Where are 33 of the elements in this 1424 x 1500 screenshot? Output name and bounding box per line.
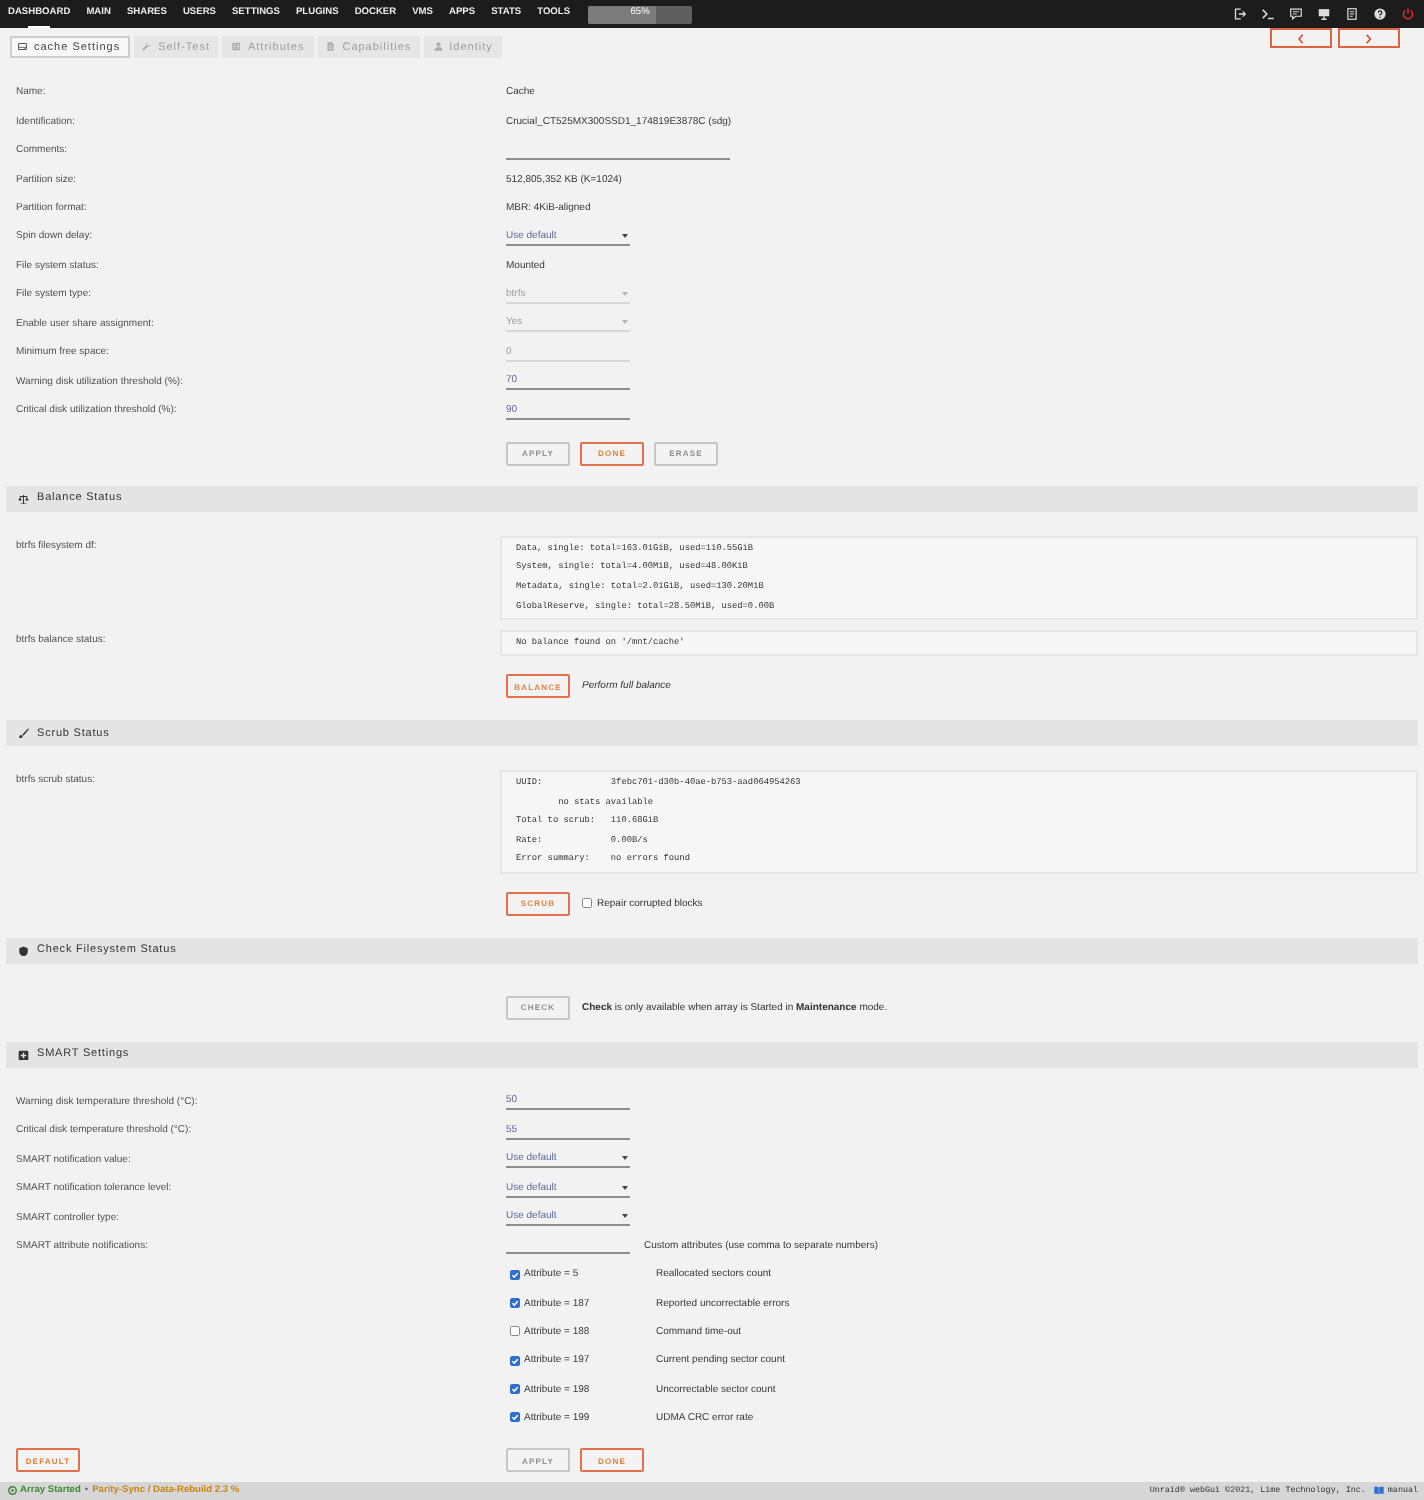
- shield-icon: [18, 945, 29, 956]
- checkbox[interactable]: [510, 1412, 520, 1423]
- brush-icon: [18, 727, 29, 739]
- caret-icon: [621, 1156, 627, 1161]
- monitor-icon[interactable]: [1318, 8, 1330, 20]
- drive-icon: [18, 42, 27, 52]
- help-icon[interactable]: [1374, 8, 1386, 20]
- checkbox[interactable]: [510, 1269, 520, 1280]
- caret-icon: [621, 291, 627, 296]
- plus-square-icon: [18, 1049, 29, 1060]
- terminal-icon[interactable]: [1262, 8, 1274, 20]
- chat-icon[interactable]: [1290, 8, 1302, 20]
- checkbox[interactable]: [510, 1384, 520, 1394]
- caret-icon: [621, 1185, 627, 1190]
- document-icon: [326, 42, 336, 52]
- scale-icon: [18, 493, 29, 505]
- checkbox[interactable]: [510, 1326, 520, 1337]
- checkbox[interactable]: [582, 898, 592, 909]
- chevron-left-icon: [1298, 33, 1304, 43]
- table-icon: [231, 42, 241, 52]
- checkbox[interactable]: [510, 1355, 520, 1366]
- book-icon: [1373, 1486, 1384, 1496]
- power-icon[interactable]: [1402, 8, 1414, 20]
- logout-icon[interactable]: [1234, 8, 1246, 20]
- caret-icon: [621, 320, 627, 325]
- wrench-icon: [142, 42, 152, 52]
- caret-icon: [621, 233, 627, 238]
- circle-icon: [8, 1486, 17, 1496]
- caret-icon: [621, 1214, 627, 1219]
- chevron-right-icon: [1366, 33, 1372, 43]
- checkbox[interactable]: [510, 1298, 520, 1309]
- notes-icon[interactable]: [1346, 8, 1358, 20]
- user-icon: [433, 42, 443, 52]
